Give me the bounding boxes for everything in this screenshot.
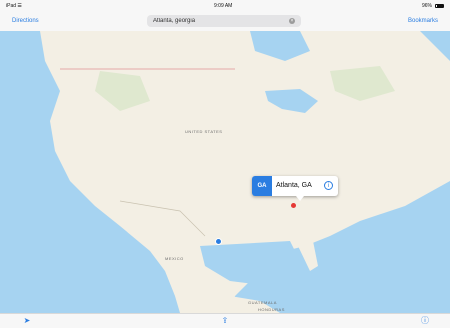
toolbar: ➤ ⇪ ⓘ xyxy=(0,313,450,328)
bookmarks-button[interactable]: Bookmarks xyxy=(408,18,438,24)
clear-search-icon[interactable]: × xyxy=(289,18,295,24)
status-battery-label: 96% xyxy=(421,3,432,9)
status-time: 9:09 AM xyxy=(214,3,233,9)
search-input[interactable] xyxy=(153,16,278,26)
search-field[interactable]: × xyxy=(147,15,301,27)
label-honduras: HONDURAS xyxy=(258,307,285,312)
callout-badge: GA xyxy=(252,176,272,196)
status-bar: iPad ☰ 9:09 AM 96% xyxy=(0,0,450,12)
nav-bar: Directions × Bookmarks xyxy=(0,12,450,32)
info-icon[interactable]: ⓘ xyxy=(420,316,430,326)
current-location-dot xyxy=(215,238,222,245)
label-mexico: MEXICO xyxy=(165,256,184,261)
share-icon[interactable]: ⇪ xyxy=(220,316,230,326)
info-icon[interactable]: i xyxy=(324,181,333,190)
location-callout[interactable]: GA Atlanta, GA i xyxy=(252,176,338,201)
label-guatemala: GUATEMALA xyxy=(248,300,277,305)
battery-icon xyxy=(435,4,444,8)
callout-title[interactable]: Atlanta, GA xyxy=(276,182,312,189)
location-arrow-icon[interactable]: ➤ xyxy=(22,316,32,326)
map-view[interactable]: UNITED STATES MEXICO GUATEMALA HONDURAS … xyxy=(0,31,450,313)
map-canvas xyxy=(40,31,450,313)
location-pin[interactable] xyxy=(291,203,296,208)
status-left: iPad ☰ xyxy=(6,3,22,9)
label-united-states: UNITED STATES xyxy=(185,129,223,134)
directions-button[interactable]: Directions xyxy=(12,18,39,24)
